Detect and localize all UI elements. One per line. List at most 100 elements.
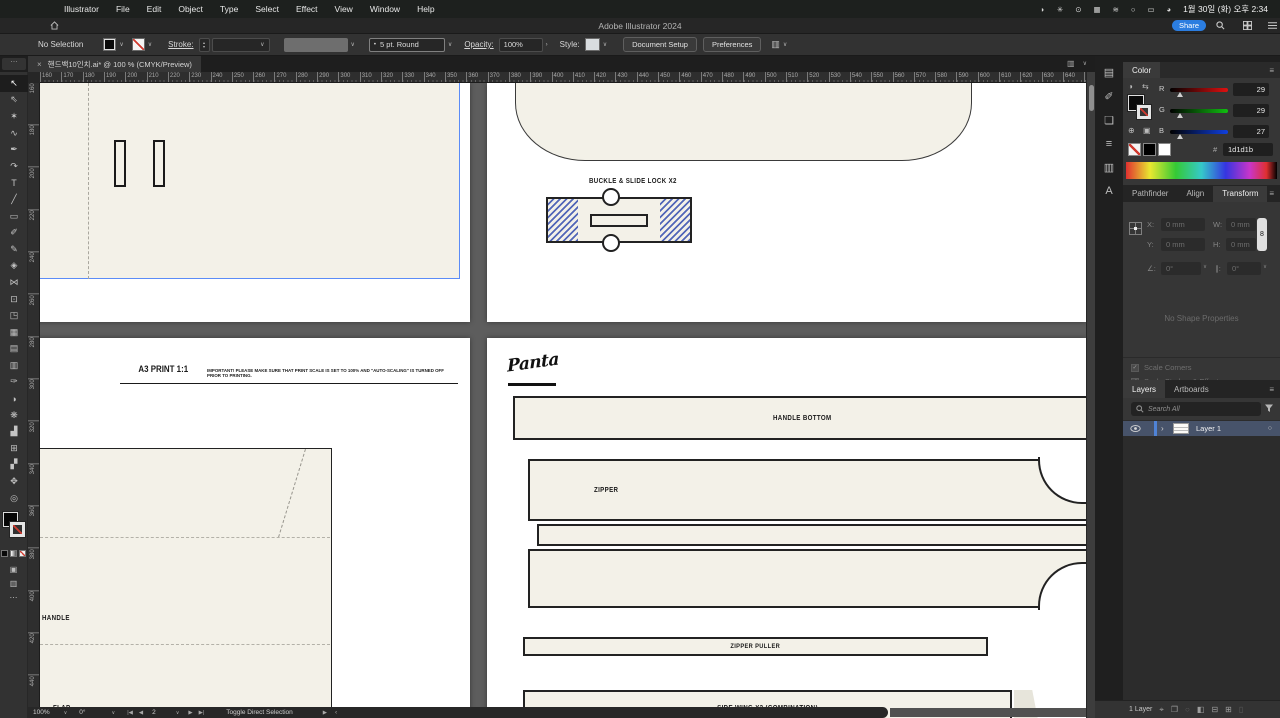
scroll-left-icon[interactable]: ‹ (335, 709, 337, 716)
share-button[interactable]: Share (1172, 20, 1206, 31)
artboard-4[interactable]: Panta HANDLE BOTTOM ZIPPER ZIPPER PULLER… (487, 338, 1086, 718)
character-panel-icon[interactable]: A (1105, 185, 1112, 197)
workspace-menu-icon[interactable] (1268, 21, 1277, 30)
new-sublayer-icon[interactable]: ⊟ (1211, 705, 1218, 714)
align-chevron-icon[interactable]: ∨ (783, 41, 787, 48)
zoom-tool[interactable]: ◎ (0, 490, 28, 507)
symbols-panel-icon[interactable]: ❏ (1104, 114, 1114, 127)
hex-value-field[interactable]: 1d1d1b (1223, 143, 1273, 156)
first-artboard-icon[interactable]: |◀ (127, 710, 133, 716)
zoom-level[interactable]: 100% (33, 709, 50, 716)
tab-color[interactable]: Color (1123, 62, 1161, 78)
artboard-chevron-icon[interactable]: ∨ (176, 710, 180, 716)
target-circle-icon[interactable]: ○ (1268, 425, 1272, 432)
preferences-button[interactable]: Preferences (702, 37, 762, 52)
blend-tool[interactable]: ◑ (0, 390, 28, 407)
color-mode-button[interactable] (1, 550, 8, 558)
zipper-strip-piece[interactable] (537, 524, 1086, 546)
b-slider-thumb[interactable] (1177, 134, 1183, 139)
layer-name[interactable]: Layer 1 (1196, 424, 1221, 433)
wifi-icon[interactable]: ≋ (1113, 5, 1119, 14)
display-icon[interactable]: ▭ (1147, 5, 1154, 14)
style-chevron-icon[interactable]: ∨ (603, 41, 607, 48)
r-slider-thumb[interactable] (1177, 92, 1183, 97)
free-transform-tool[interactable]: ⊡ (0, 291, 28, 308)
pen-tool[interactable]: ✒ (0, 141, 28, 158)
buckle-piece[interactable] (546, 188, 692, 252)
artboard-tool[interactable]: ⊞ (0, 440, 28, 457)
zoom-chevron-icon[interactable]: ∨ (64, 710, 68, 716)
document-setup-button[interactable]: Document Setup (623, 37, 697, 52)
opacity-chevron-icon[interactable]: › (546, 42, 548, 48)
zipper-piece-bottom[interactable] (528, 549, 1086, 608)
magic-wand-tool[interactable]: ✶ (0, 108, 28, 125)
delete-layer-icon[interactable]: ▯ (1239, 705, 1243, 714)
menu-item[interactable]: Select (255, 4, 279, 14)
mesh-tool[interactable]: ▤ (0, 341, 28, 358)
search-icon[interactable] (1216, 21, 1225, 30)
rotation-value[interactable]: 0° (79, 709, 85, 716)
slice-tool[interactable]: ▞ (0, 457, 28, 474)
horizontal-ruler[interactable]: 160 170 180 190 200 210 220 230 240 250 260 270 280 2… (28, 72, 1086, 83)
none-swatch[interactable] (1128, 143, 1141, 156)
rotate-chevron-icon[interactable]: ∨ (1203, 264, 1207, 270)
rotate-field[interactable]: 0° (1161, 262, 1201, 275)
tab-layers[interactable]: Layers (1123, 380, 1166, 398)
menu-item[interactable]: Type (220, 4, 238, 14)
tab-transform[interactable]: Transform (1213, 185, 1268, 202)
menu-item[interactable]: File (116, 4, 130, 14)
rectangle-tool[interactable]: ▭ (0, 208, 28, 225)
shear-field[interactable]: 0° (1227, 262, 1261, 275)
vertical-scrollbar[interactable] (1086, 72, 1095, 718)
artboard-1[interactable] (40, 83, 470, 322)
panel-menu-icon[interactable]: ≡ (1269, 385, 1274, 394)
scale-corners-checkbox[interactable]: ✓ (1131, 363, 1139, 372)
panel-menu-icon[interactable]: ≡ (1269, 66, 1274, 75)
toolbar-stroke-swatch[interactable] (10, 522, 25, 538)
black-swatch[interactable] (1143, 143, 1156, 156)
selected-artboard-area[interactable] (40, 83, 460, 279)
tab-align[interactable]: Align (1177, 186, 1213, 202)
fill-chevron-icon[interactable]: ∨ (119, 41, 123, 48)
screen-record-icon[interactable]: ⊙ (1075, 5, 1081, 14)
close-tab-icon[interactable]: × (37, 60, 42, 69)
spotlight-icon[interactable]: ○ (1131, 5, 1136, 14)
artboard-2[interactable]: BUCKLE & SLIDE LOCK X2 (487, 83, 1086, 322)
curvature-tool[interactable]: ↷ (0, 158, 28, 175)
vertical-ruler[interactable]: 160 180 200 220 240 260 280 300 320 340 360 380 400 4… (28, 83, 40, 718)
tab-artboards[interactable]: Artboards (1165, 380, 1218, 398)
layer-thumbnail[interactable] (1173, 423, 1189, 434)
canvas[interactable]: BUCKLE & SLIDE LOCK X2 A3 PRINT 1:1 IMPO… (40, 83, 1086, 718)
edit-toolbar-icon[interactable]: ⋯ (10, 593, 18, 602)
bag-body-piece[interactable] (515, 83, 972, 161)
gradient-tool[interactable]: ▥ (0, 357, 28, 374)
horizontal-scrollbar-track[interactable] (890, 708, 1086, 717)
stroke-color-swatch[interactable] (131, 38, 145, 51)
expand-chevron-icon[interactable]: › (1161, 424, 1164, 433)
perspective-grid-tool[interactable]: ▦ (0, 324, 28, 341)
menubar-clock[interactable]: 1월 30일 (화) 오후 2:34 (1183, 3, 1268, 15)
color-spectrum-bar[interactable] (1126, 162, 1277, 179)
siri-icon[interactable]: ◕ (1167, 5, 1172, 14)
shear-chevron-icon[interactable]: ∨ (1263, 264, 1267, 270)
layers-search-input[interactable]: Search All (1131, 402, 1261, 416)
r-value-field[interactable]: 29 (1233, 83, 1269, 96)
menu-item[interactable]: Help (417, 4, 434, 14)
profile-chevron-icon[interactable]: ∨ (448, 41, 452, 48)
ruler-origin-corner[interactable] (28, 72, 40, 83)
w-field[interactable]: 0 mm (1226, 218, 1256, 231)
stroke-weight-stepper[interactable]: ▴ ▾ (198, 37, 210, 52)
hand-tool[interactable]: ✥ (0, 473, 28, 490)
handle-piece[interactable]: HANDLE FLAP (40, 448, 332, 718)
menu-item[interactable]: Edit (147, 4, 162, 14)
tab-overflow-button[interactable]: ⋯ (2, 58, 26, 70)
menu-item[interactable]: Illustrator (64, 4, 99, 14)
visibility-eye-icon[interactable] (1130, 425, 1141, 432)
layer-row[interactable]: › Layer 1 ○ (1123, 421, 1280, 436)
reference-point-selector[interactable] (1129, 222, 1142, 235)
opacity-label[interactable]: Opacity: (464, 40, 493, 49)
h-field[interactable]: 0 mm (1226, 238, 1256, 251)
gradient-panel-icon[interactable]: ▥ (1104, 161, 1114, 174)
stroke-weight-field[interactable]: ∨ (211, 37, 270, 52)
pinwheel-icon[interactable]: ✳ (1057, 5, 1063, 14)
